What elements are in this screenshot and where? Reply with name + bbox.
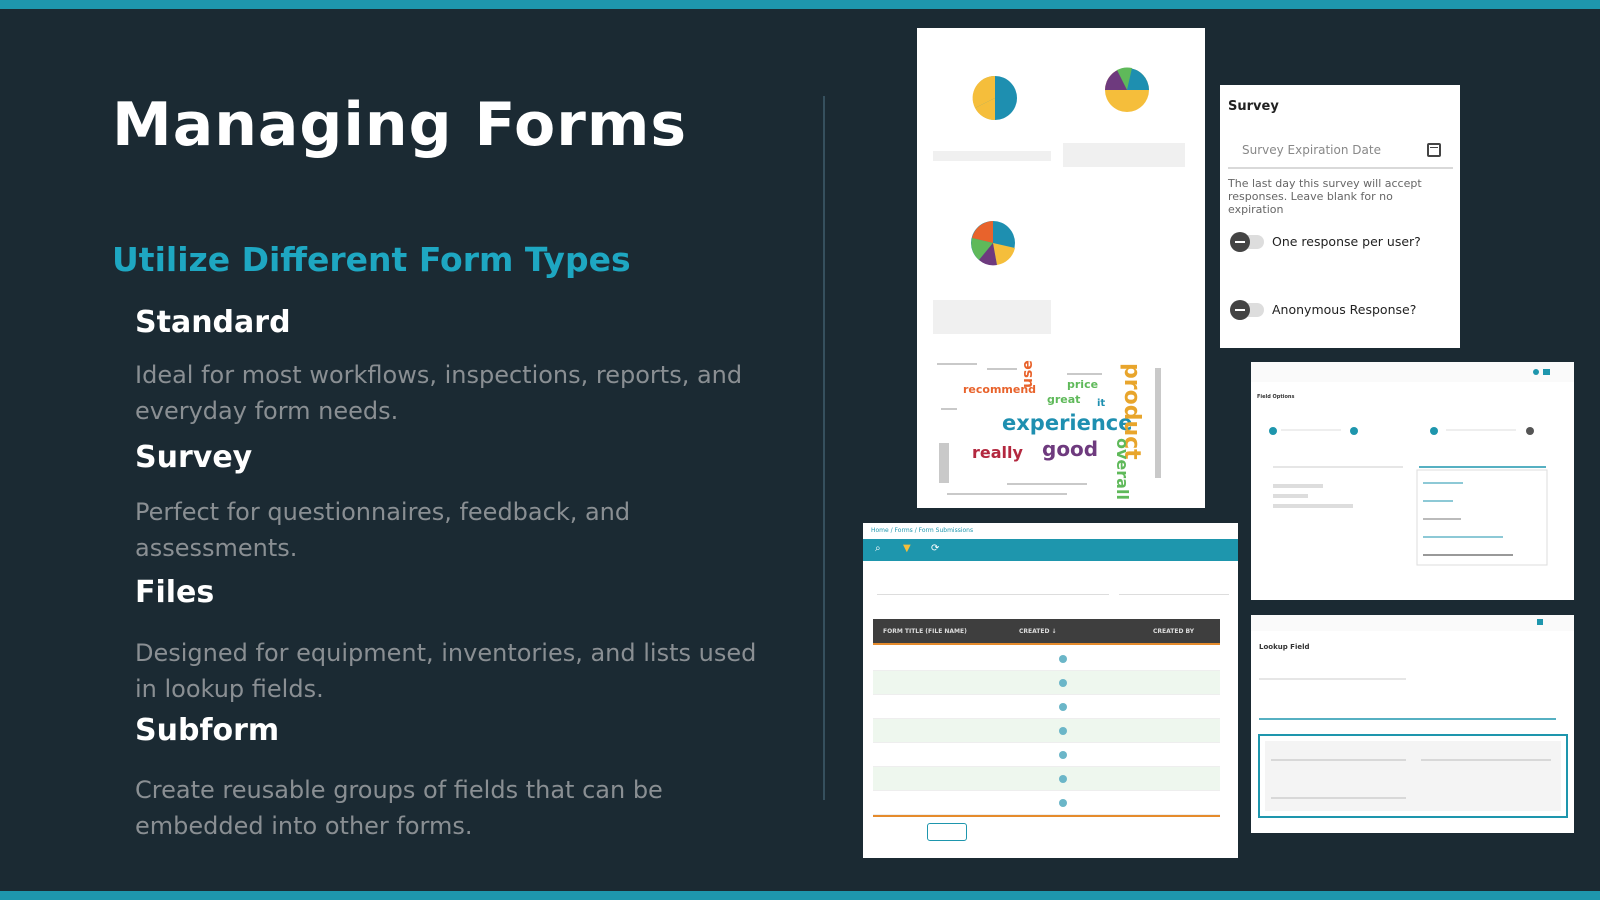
legend-2 xyxy=(1063,143,1185,167)
column-created[interactable]: CREATED ↓ xyxy=(1019,628,1057,635)
submissions-table-header: FORM TITLE (FILE NAME) CREATED ↓ CREATED… xyxy=(873,619,1220,645)
column-created-by[interactable]: CREATED BY xyxy=(1153,628,1194,635)
field-options-graphics xyxy=(1251,362,1574,566)
type-description-subform: Create reusable groups of fields that ca… xyxy=(135,776,663,840)
status-dot xyxy=(1059,679,1067,687)
report-thumbnail: experience product really good overall r… xyxy=(917,28,1205,508)
pie-chart-3 xyxy=(971,221,1015,266)
slide-subtitle: Utilize Different Form Types xyxy=(112,240,631,279)
submissions-toolbar: ⌕ ▼ ⟳ xyxy=(863,539,1238,561)
word-cloud-word: it xyxy=(1097,398,1105,409)
type-description-files: Designed for equipment, inventories, and… xyxy=(135,639,757,703)
form-type-select[interactable] xyxy=(877,575,1109,595)
toggle-knob xyxy=(1230,232,1250,252)
word-cloud-word: price xyxy=(1067,378,1098,391)
status-dot xyxy=(1059,655,1067,663)
status-dot xyxy=(1059,751,1067,759)
one-response-per-user-label: One response per user? xyxy=(1272,234,1421,249)
status-dot xyxy=(1059,727,1067,735)
table-row[interactable] xyxy=(873,767,1220,791)
word-cloud-word: use xyxy=(1020,360,1036,388)
anonymous-response-toggle[interactable] xyxy=(1230,300,1264,320)
legend-1 xyxy=(933,151,1051,161)
toggle-knob xyxy=(1230,300,1250,320)
survey-card-title: Survey xyxy=(1228,99,1279,114)
type-description-standard: Ideal for most workflows, inspections, r… xyxy=(135,361,743,425)
legend-3 xyxy=(933,300,1051,334)
survey-expiration-placeholder: Survey Expiration Date xyxy=(1242,143,1381,157)
top-accent-band xyxy=(0,0,1600,9)
word-cloud-word: overall xyxy=(1113,438,1132,500)
table-footer-rule xyxy=(873,815,1220,817)
table-row[interactable] xyxy=(873,647,1220,671)
type-heading-standard: Standard xyxy=(135,305,291,340)
table-row[interactable] xyxy=(873,719,1220,743)
type-heading-files: Files xyxy=(135,575,215,610)
survey-settings-card: Survey Survey Expiration Date The last d… xyxy=(1220,85,1460,348)
field-options-thumbnail: Field Options xyxy=(1251,362,1574,600)
report-thumbnail-graphics: experience product really good overall r… xyxy=(933,67,1185,500)
type-heading-subform: Subform xyxy=(135,713,280,748)
type-heading-survey: Survey xyxy=(135,440,253,475)
search-icon[interactable]: ⌕ xyxy=(875,543,881,554)
table-row[interactable] xyxy=(873,743,1220,767)
vertical-divider xyxy=(823,96,825,800)
form-name-select[interactable] xyxy=(1119,575,1229,595)
word-cloud-word: good xyxy=(1042,437,1098,461)
survey-expiration-field[interactable]: Survey Expiration Date xyxy=(1228,135,1453,169)
slide-title: Managing Forms xyxy=(112,90,688,160)
pie-chart-2 xyxy=(1105,67,1149,112)
type-description-survey: Perfect for questionnaires, feedback, an… xyxy=(135,498,631,562)
filter-icon[interactable]: ▼ xyxy=(903,543,911,554)
status-dot xyxy=(1059,799,1067,807)
table-row[interactable] xyxy=(873,695,1220,719)
lookup-field-graphics xyxy=(1251,615,1574,818)
one-response-per-user-toggle[interactable] xyxy=(1230,232,1264,252)
word-cloud-word: great xyxy=(1047,393,1080,406)
status-dot xyxy=(1059,703,1067,711)
status-dot xyxy=(1059,775,1067,783)
word-cloud: experience product really good overall r… xyxy=(963,360,1144,500)
table-row[interactable] xyxy=(873,791,1220,815)
calendar-icon[interactable] xyxy=(1427,143,1441,157)
refresh-icon[interactable]: ⟳ xyxy=(931,543,939,554)
lookup-field-thumbnail: Lookup Field xyxy=(1251,615,1574,833)
items-per-page-select[interactable] xyxy=(927,823,967,841)
column-form-title[interactable]: FORM TITLE (FILE NAME) xyxy=(883,628,967,635)
form-submissions-thumbnail: Home / Forms / Form Submissions ⌕ ▼ ⟳ FO… xyxy=(863,523,1238,858)
survey-expiration-help-text: The last day this survey will accept res… xyxy=(1228,177,1422,216)
table-row[interactable] xyxy=(873,671,1220,695)
word-cloud-word: really xyxy=(972,443,1024,462)
pie-chart-1 xyxy=(972,75,1017,121)
bottom-accent-band xyxy=(0,891,1600,900)
word-cloud-word: experience xyxy=(1002,411,1133,435)
breadcrumb: Home / Forms / Form Submissions xyxy=(871,527,974,534)
anonymous-response-label: Anonymous Response? xyxy=(1272,302,1417,317)
